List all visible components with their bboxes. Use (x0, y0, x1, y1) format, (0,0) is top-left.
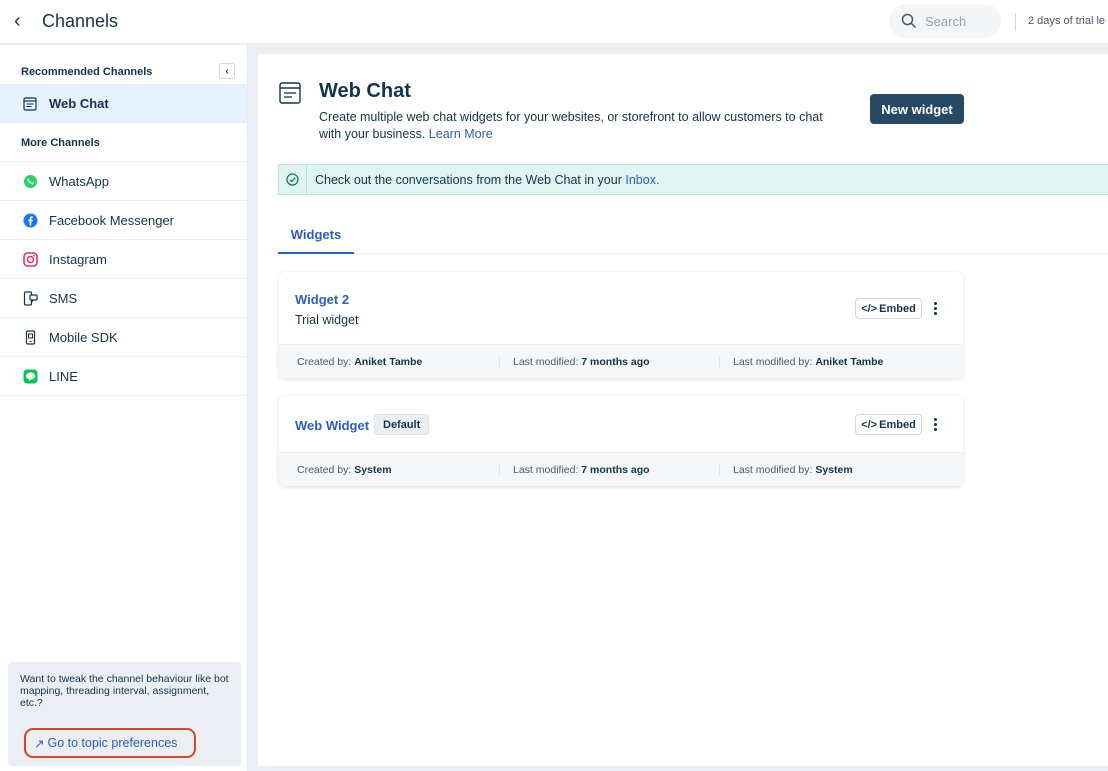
line-icon (22, 368, 38, 384)
tab-bar: Widgets (278, 216, 1108, 254)
created-by-label: Created by: (297, 463, 352, 476)
go-to-topic-preferences-link[interactable]: ↗ Go to topic preferences (24, 728, 196, 758)
created-by-value: Aniket Tambe (354, 355, 423, 368)
sms-icon (22, 290, 38, 306)
whatsapp-icon (22, 173, 38, 189)
more-options-icon[interactable] (930, 297, 940, 319)
trial-status[interactable]: 2 days of trial le (1028, 15, 1105, 27)
search-placeholder: Search (925, 13, 967, 29)
search-input[interactable]: Search (889, 4, 1001, 38)
tip-link-label: Go to topic preferences (47, 736, 178, 750)
mobile-sdk-icon (22, 329, 38, 345)
sidebar-item-line[interactable]: LINE (0, 357, 247, 396)
last-modified-by-value: System (815, 463, 853, 476)
widget-card: Web Widget Default </> Embed Created by:… (279, 396, 963, 486)
sidebar-item-facebook-messenger[interactable]: Facebook Messenger (0, 201, 247, 240)
tab-widgets[interactable]: Widgets (278, 216, 354, 254)
topic-preferences-tip: Want to tweak the channel behaviour like… (8, 662, 241, 766)
last-modified: Last modified: 7 months ago (499, 355, 719, 368)
embed-button[interactable]: </> Embed (855, 298, 922, 319)
sidebar-item-web-chat[interactable]: Web Chat (0, 84, 247, 123)
sidebar-item-label: Mobile SDK (49, 329, 118, 345)
sidebar-item-label: Instagram (49, 251, 107, 267)
search-icon (901, 13, 917, 29)
inbox-link[interactable]: Inbox. (625, 173, 659, 187)
instagram-icon (22, 251, 38, 267)
tip-text: Want to tweak the channel behaviour like… (20, 673, 229, 709)
recommended-channels-heading: Recommended Channels ‹ (0, 45, 247, 84)
back-chevron-icon[interactable]: ‹ (14, 10, 21, 32)
code-icon: </> (861, 302, 878, 315)
sidebar-item-label: Web Chat (49, 96, 109, 111)
last-modified-label: Last modified: (513, 463, 579, 476)
sidebar-item-sms[interactable]: SMS (0, 279, 247, 318)
banner-text: Check out the conversations from the Web… (315, 172, 622, 187)
created-by-value: System (354, 463, 392, 476)
last-modified-by-value: Aniket Tambe (815, 355, 884, 368)
last-modified-value: 7 months ago (581, 463, 650, 476)
last-modified-label: Last modified: (513, 355, 579, 368)
more-options-icon[interactable] (930, 413, 940, 435)
main-content: Web Chat Create multiple web chat widget… (258, 54, 1108, 766)
sidebar-item-mobile-sdk[interactable]: Mobile SDK (0, 318, 247, 357)
widget-card: Widget 2 Trial widget </> Embed Created … (279, 272, 963, 378)
sidebar-item-label: SMS (49, 290, 78, 306)
widget-description: Trial widget (295, 313, 359, 327)
last-modified-value: 7 months ago (581, 355, 650, 368)
learn-more-link[interactable]: Learn More (429, 127, 493, 141)
check-circle-icon (279, 165, 307, 194)
last-modified-by-label: Last modified by: (733, 463, 813, 476)
embed-label: Embed (879, 302, 916, 315)
created-by-label: Created by: (297, 355, 352, 368)
more-channels-heading: More Channels (0, 123, 247, 162)
last-modified-by: Last modified by: System (719, 463, 939, 476)
widget-name-link[interactable]: Web Widget (295, 418, 369, 433)
facebook-messenger-icon (22, 212, 38, 228)
created-by: Created by: System (279, 464, 499, 476)
sidebar-item-label: Facebook Messenger (49, 212, 175, 228)
widget-name-link[interactable]: Widget 2 (295, 292, 349, 307)
created-by: Created by: Aniket Tambe (279, 356, 499, 368)
recommended-heading-label: Recommended Channels (21, 66, 153, 78)
page-description: Create multiple web chat widgets for you… (319, 109, 839, 143)
code-icon: </> (861, 418, 878, 431)
inbox-info-banner: Check out the conversations from the Web… (278, 164, 1108, 195)
external-arrow-icon: ↗ (34, 736, 45, 751)
last-modified-by: Last modified by: Aniket Tambe (719, 355, 939, 368)
widget-meta-row: Created by: Aniket Tambe Last modified: … (279, 344, 963, 378)
embed-label: Embed (879, 418, 916, 431)
page-title: Web Chat (319, 80, 411, 102)
new-widget-button[interactable]: New widget (870, 94, 964, 124)
sidebar-item-whatsapp[interactable]: WhatsApp (0, 162, 247, 201)
last-modified-by-label: Last modified by: (733, 355, 813, 368)
embed-button[interactable]: </> Embed (855, 414, 922, 435)
page-header-title: Channels (42, 11, 119, 31)
description-text: Create multiple web chat widgets for you… (319, 110, 823, 141)
channels-sidebar: Recommended Channels ‹ Web Chat More Cha… (0, 45, 248, 771)
widget-meta-row: Created by: System Last modified: 7 mont… (279, 452, 963, 486)
webchat-page-icon (279, 82, 301, 107)
collapse-sidebar-button[interactable]: ‹ (219, 63, 235, 79)
default-badge: Default (374, 414, 430, 435)
top-bar: ‹ Channels Search 2 days of trial le (0, 0, 1108, 44)
sidebar-item-label: WhatsApp (49, 173, 109, 189)
sidebar-item-instagram[interactable]: Instagram (0, 240, 247, 279)
webchat-icon (22, 96, 38, 112)
divider (1015, 13, 1016, 31)
sidebar-item-label: LINE (49, 368, 78, 384)
last-modified: Last modified: 7 months ago (499, 463, 719, 476)
